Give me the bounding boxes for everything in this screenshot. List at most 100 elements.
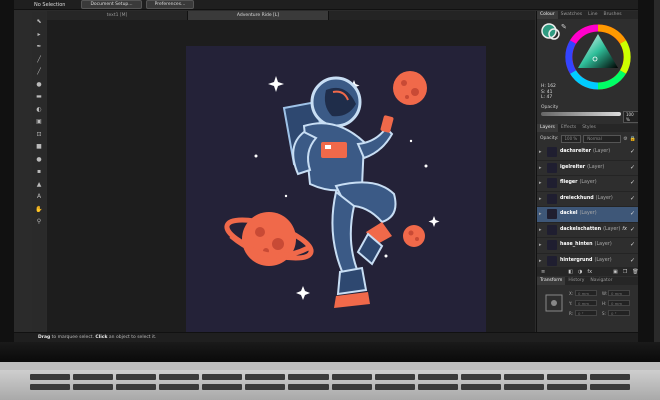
layers-panel-tabs: Layers Effects Styles bbox=[537, 124, 638, 132]
colour-wheel[interactable] bbox=[565, 24, 631, 90]
expand-arrow-icon[interactable]: ▸ bbox=[539, 149, 542, 155]
opacity-value[interactable]: 100 % bbox=[623, 111, 638, 123]
canvas-area[interactable] bbox=[47, 20, 535, 342]
layer-row[interactable]: ▸ flieger (Layer) ✓ bbox=[537, 176, 638, 192]
artboard[interactable] bbox=[186, 46, 486, 342]
expand-arrow-icon[interactable]: ▸ bbox=[539, 180, 542, 186]
tab-layers[interactable]: Layers bbox=[537, 124, 558, 132]
anchor-point-icon[interactable] bbox=[543, 292, 565, 314]
visibility-checkmark-icon[interactable]: ✓ bbox=[630, 257, 635, 264]
opacity-slider[interactable] bbox=[541, 112, 621, 116]
layer-row[interactable]: ▸ igelreiter (Layer) ✓ bbox=[537, 160, 638, 176]
layer-thumbnail bbox=[547, 193, 557, 204]
layer-controls: Opacity: 100 % Normal ⚙ 🔒 bbox=[537, 134, 638, 143]
transparency-tool-icon[interactable]: ◐ bbox=[35, 106, 43, 113]
document-setup-button[interactable]: Document Setup... bbox=[81, 0, 142, 9]
context-toolbar: No Selection Document Setup... Preferenc… bbox=[14, 0, 638, 10]
pencil-tool-icon[interactable]: ╱ bbox=[35, 56, 43, 63]
layer-name: dreieckhund (Layer) bbox=[560, 195, 613, 201]
layer-name: dackelschatten (Layer) bbox=[560, 226, 621, 232]
visibility-checkmark-icon[interactable]: ✓ bbox=[630, 148, 635, 155]
layer-opacity-field[interactable]: 100 % bbox=[560, 134, 582, 143]
mask-icon[interactable]: ◧ bbox=[568, 269, 573, 275]
layer-row[interactable]: ▸ dreieckhund (Layer) ✓ bbox=[537, 191, 638, 207]
h-field[interactable]: 0 mm bbox=[608, 300, 630, 306]
color-panel-tabs: Colour Swatches Line Brushes bbox=[537, 11, 638, 19]
y-label: Y: bbox=[569, 301, 573, 306]
visibility-checkmark-icon[interactable]: ✓ bbox=[630, 195, 635, 202]
duplicate-icon[interactable]: ❐ bbox=[623, 269, 627, 275]
triangle-tool-icon[interactable]: ▲ bbox=[35, 181, 43, 188]
zoom-tool-icon[interactable]: ⚲ bbox=[35, 218, 43, 225]
fill-stroke-swatch[interactable] bbox=[540, 22, 562, 42]
visibility-checkmark-icon[interactable]: ✓ bbox=[630, 164, 635, 171]
s-field[interactable]: 0 ° bbox=[608, 310, 630, 316]
move-tool-icon[interactable]: ⬉ bbox=[35, 18, 43, 25]
rectangle-tool-icon[interactable]: ■ bbox=[35, 143, 43, 150]
fx-icon[interactable]: fx bbox=[587, 269, 592, 275]
pen-tool-icon[interactable]: ✒ bbox=[35, 43, 43, 50]
h-label: H: bbox=[602, 301, 607, 306]
w-field[interactable]: 0 mm bbox=[608, 290, 630, 296]
layer-name: igelreiter (Layer) bbox=[560, 164, 605, 170]
layer-type: (Layer) bbox=[594, 242, 612, 247]
laptop-bezel-edge bbox=[654, 0, 660, 362]
layer-row[interactable]: ▸ hase_hinten (Layer) ✓ bbox=[537, 238, 638, 254]
text-tool-icon[interactable]: A bbox=[35, 193, 43, 200]
visibility-checkmark-icon[interactable]: ✓ bbox=[630, 241, 635, 248]
star-icon bbox=[268, 76, 284, 92]
expand-arrow-icon[interactable]: ▸ bbox=[539, 227, 542, 233]
crop-tool-icon[interactable]: ⊡ bbox=[35, 131, 43, 138]
tab-brushes[interactable]: Brushes bbox=[601, 11, 625, 19]
adjustment-icon[interactable]: ◑ bbox=[578, 269, 582, 275]
document-tab-bar: text1 [M] Adventure Ride [L] bbox=[47, 11, 535, 20]
tab-line[interactable]: Line bbox=[585, 11, 600, 19]
expand-arrow-icon[interactable]: ▸ bbox=[539, 196, 542, 202]
r-field[interactable]: 0 ° bbox=[575, 310, 597, 316]
group-icon[interactable]: ▣ bbox=[613, 269, 618, 275]
fill-tool-icon[interactable]: ● bbox=[35, 81, 43, 88]
tab-adventure-ride[interactable]: Adventure Ride [L] bbox=[188, 11, 329, 20]
y-field[interactable]: 0 mm bbox=[575, 300, 597, 306]
star-dot bbox=[409, 139, 413, 143]
trash-icon[interactable]: 🗑 bbox=[632, 269, 638, 275]
tab-navigator[interactable]: Navigator bbox=[587, 277, 615, 285]
brush-tool-icon[interactable]: ╱ bbox=[35, 68, 43, 75]
expand-arrow-icon[interactable]: ▸ bbox=[539, 242, 542, 248]
layer-name: dachsreiter (Layer) bbox=[560, 149, 611, 154]
layer-row[interactable]: ▸ dackel (Layer) ✓ bbox=[537, 207, 638, 223]
lock-icon[interactable]: 🔒 bbox=[630, 136, 636, 142]
tab-effects[interactable]: Effects bbox=[558, 124, 579, 132]
small-planet-top bbox=[393, 71, 427, 105]
tab-text1[interactable]: text1 [M] bbox=[47, 11, 188, 20]
layer-row[interactable]: ▸ dackelschatten (Layer) fx ✓ bbox=[537, 222, 638, 238]
expand-arrow-icon[interactable]: ▸ bbox=[539, 258, 542, 264]
rounded-rect-tool-icon[interactable]: ▪ bbox=[35, 168, 43, 175]
preferences-button[interactable]: Preferences... bbox=[145, 0, 195, 9]
tab-history[interactable]: History bbox=[565, 277, 587, 285]
expand-arrow-icon[interactable]: ▸ bbox=[539, 211, 542, 217]
visibility-checkmark-icon[interactable]: ✓ bbox=[630, 210, 635, 217]
x-field[interactable]: 0 mm bbox=[575, 290, 597, 296]
expand-arrow-icon[interactable]: ▸ bbox=[539, 165, 542, 171]
layer-thumbnail bbox=[547, 209, 557, 219]
tab-transform[interactable]: Transform bbox=[537, 277, 566, 285]
tab-swatches[interactable]: Swatches bbox=[558, 11, 586, 19]
gear-icon[interactable]: ⚙ bbox=[623, 136, 627, 142]
gradient-tool-icon[interactable]: ▬ bbox=[35, 93, 43, 100]
tab-colour[interactable]: Colour bbox=[537, 11, 558, 19]
astronaut bbox=[282, 76, 397, 308]
ellipse-tool-icon[interactable]: ● bbox=[35, 156, 43, 163]
layers-stack-icon[interactable]: ≡ bbox=[541, 269, 545, 275]
node-tool-icon[interactable]: ▸ bbox=[35, 31, 43, 38]
layer-type: (Layer) bbox=[594, 257, 612, 263]
visibility-checkmark-icon[interactable]: ✓ bbox=[630, 226, 635, 233]
visibility-checkmark-icon[interactable]: ✓ bbox=[630, 179, 635, 186]
tools-panel: ⬉ ▸ ✒ ╱ ╱ ● ▬ ◐ ▣ ⊡ ■ ● ▪ ▲ A ✋ ⚲ bbox=[32, 12, 46, 332]
layer-row[interactable]: ▸ dachsreiter (Layer) ✓ bbox=[537, 145, 638, 161]
blend-mode-select[interactable]: Normal bbox=[583, 134, 622, 143]
layer-thumbnail bbox=[547, 224, 557, 235]
place-image-tool-icon[interactable]: ▣ bbox=[35, 118, 43, 125]
hand-tool-icon[interactable]: ✋ bbox=[35, 206, 43, 213]
tab-styles[interactable]: Styles bbox=[579, 124, 599, 132]
